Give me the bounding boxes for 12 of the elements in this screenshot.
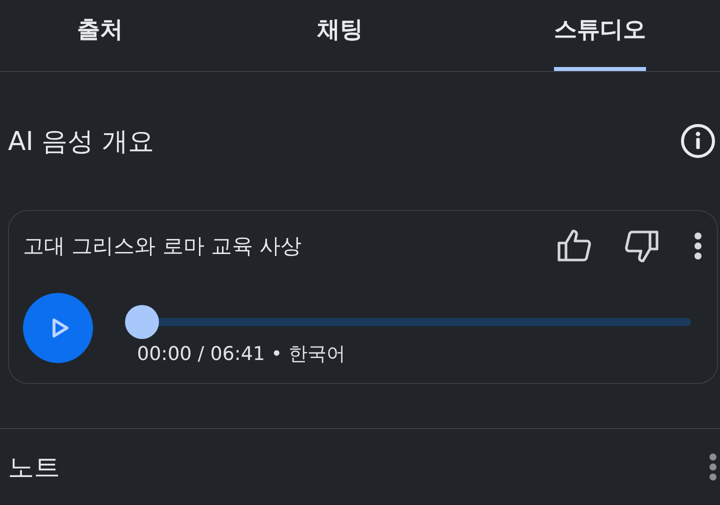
more-icon[interactable] bbox=[693, 231, 703, 261]
progress-slider[interactable] bbox=[125, 305, 691, 339]
section-title: AI 음성 개요 bbox=[8, 126, 154, 158]
tab[interactable]: 출처 bbox=[0, 0, 200, 71]
info-icon[interactable] bbox=[680, 123, 716, 159]
more-icon[interactable] bbox=[708, 452, 718, 482]
playback-info: 00:00 / 06:41 • 한국어 bbox=[136, 342, 346, 367]
tab[interactable]: 채팅 bbox=[200, 0, 480, 71]
tab[interactable]: 스튜디오 bbox=[480, 0, 720, 71]
section-title: 노트 bbox=[8, 452, 60, 484]
audio-title: 고대 그리스와 로마 교육 사상 bbox=[23, 233, 303, 260]
play-icon bbox=[50, 317, 70, 339]
